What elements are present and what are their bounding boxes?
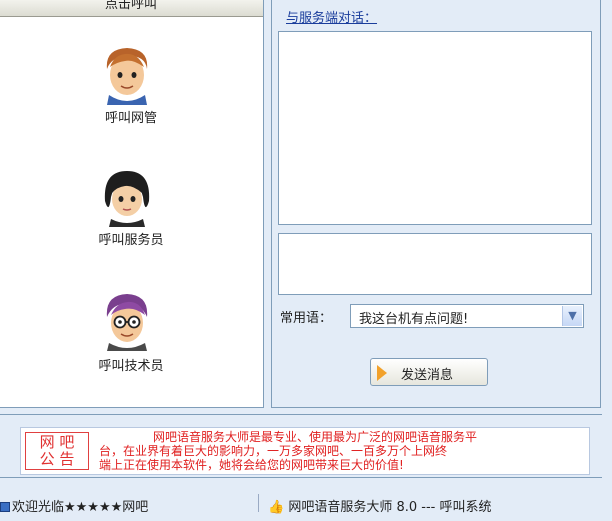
chat-panel: 与服务端对话： 常用语： 我这台机有点问题! ▼ 发送消息	[271, 0, 601, 408]
notice-badge-top: 网 吧	[39, 433, 75, 451]
phrase-label: 常用语：	[280, 311, 333, 326]
cartoon-glasses-avatar-icon[interactable]	[99, 291, 155, 351]
notice-text: 网吧语音服务大师是最专业、使用最为广泛的网吧语音服务平 台，在业界有着巨大的影响…	[99, 430, 587, 472]
dialog-title-link[interactable]: 与服务端对话：	[286, 7, 377, 26]
phrase-select-value: 我这台机有点问题!	[359, 312, 469, 327]
phrase-select[interactable]: 我这台机有点问题! ▼	[350, 304, 584, 328]
status-product-text: 网吧语音服务大师 8.0 --- 呼叫系统	[288, 500, 492, 515]
notice-badge-bottom: 公 告	[39, 450, 75, 468]
play-arrow-icon	[377, 365, 387, 381]
notice-box: 网 吧 公 告 网吧语音服务大师是最专业、使用最为广泛的网吧语音服务平 台，在业…	[20, 427, 590, 475]
message-input[interactable]	[278, 233, 592, 295]
notice-badge: 网 吧 公 告	[25, 432, 89, 470]
cartoon-woman-avatar-icon[interactable]	[99, 167, 155, 227]
call-panel: 点击呼叫 呼叫网管 呼叫服务员 呼叫技术员	[0, 0, 264, 408]
call-tech-item[interactable]: 呼叫技术员	[0, 291, 263, 387]
computer-icon	[0, 502, 10, 512]
chat-log-area[interactable]	[278, 31, 592, 225]
status-welcome: 欢迎光临★★★★★网吧	[0, 496, 148, 515]
notice-strip: 网 吧 公 告 网吧语音服务大师是最专业、使用最为广泛的网吧语音服务平 台，在业…	[0, 414, 602, 478]
notice-line-3: 端上正在使用本软件，她将会给您的网吧带来巨大的价值!	[99, 458, 404, 472]
call-netadmin-label: 呼叫网管	[104, 111, 157, 126]
call-netadmin-item[interactable]: 呼叫网管	[0, 45, 263, 141]
status-bar: 欢迎光临★★★★★网吧 👍 网吧语音服务大师 8.0 --- 呼叫系统	[0, 486, 612, 521]
app-window: 点击呼叫 呼叫网管 呼叫服务员 呼叫技术员 与服务端对话： 常用语： 我这台机有…	[0, 0, 612, 521]
cartoon-man-avatar-icon[interactable]	[99, 45, 155, 105]
notice-line-1: 网吧语音服务大师是最专业、使用最为广泛的网吧语音服务平	[153, 430, 478, 444]
send-message-button[interactable]: 发送消息	[370, 358, 488, 386]
send-message-label: 发送消息	[401, 368, 454, 383]
thumb-up-icon: 👍	[268, 500, 285, 515]
call-waiter-label: 呼叫服务员	[98, 233, 164, 248]
notice-line-2: 台，在业界有着巨大的影响力，一万多家网吧、一百多万个上网终	[99, 444, 448, 458]
status-product: 👍 网吧语音服务大师 8.0 --- 呼叫系统	[268, 496, 491, 515]
call-tech-label: 呼叫技术员	[98, 359, 164, 374]
status-divider	[258, 494, 259, 512]
status-welcome-text: 欢迎光临★★★★★网吧	[12, 500, 149, 515]
chevron-down-icon[interactable]: ▼	[562, 306, 582, 326]
call-waiter-item[interactable]: 呼叫服务员	[0, 167, 263, 263]
call-header: 点击呼叫	[0, 0, 263, 17]
